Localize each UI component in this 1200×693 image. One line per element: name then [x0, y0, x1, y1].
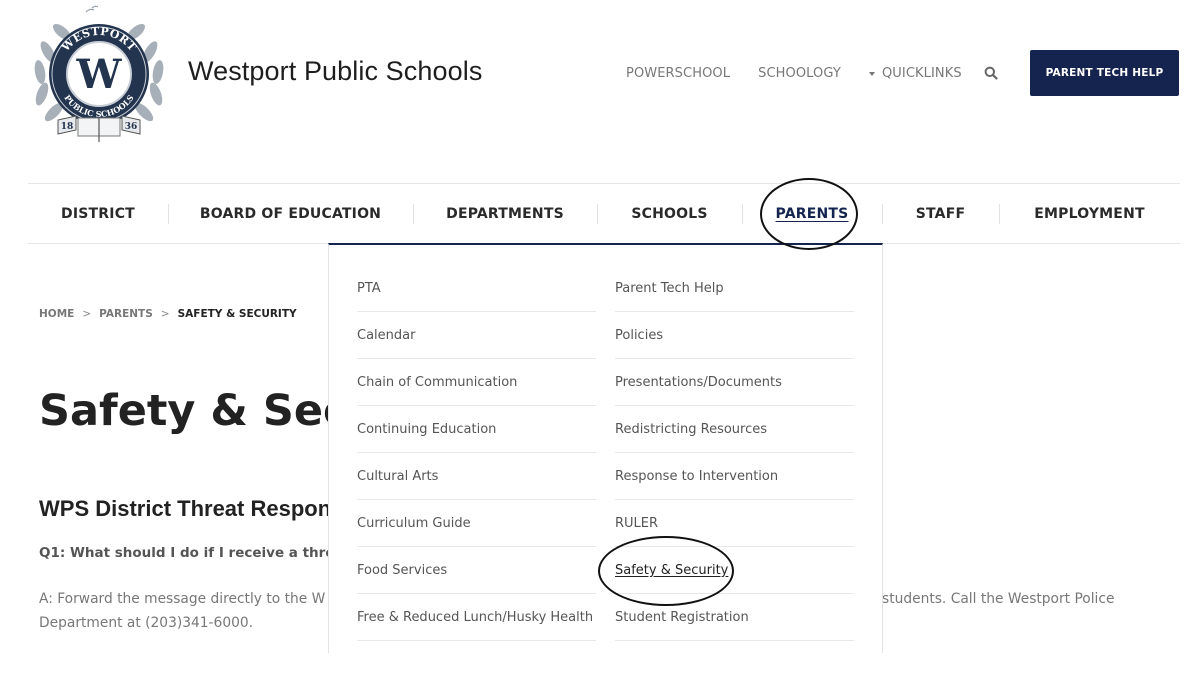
main-nav: DISTRICT BOARD OF EDUCATION DEPARTMENTS … [28, 183, 1180, 244]
parent-tech-help-button[interactable]: PARENT TECH HELP [1030, 50, 1179, 96]
nav-employment[interactable]: EMPLOYMENT [999, 184, 1180, 244]
menu-item-student-registration[interactable]: Student Registration [615, 594, 854, 641]
menu-item-safety-security[interactable]: Safety & Security [615, 547, 854, 594]
nav-schools[interactable]: SCHOOLS [597, 184, 742, 244]
menu-item-free-reduced-lunch[interactable]: Free & Reduced Lunch/Husky Health [357, 594, 596, 641]
nav-board-of-education[interactable]: BOARD OF EDUCATION [168, 184, 413, 244]
menu-item-policies[interactable]: Policies [615, 312, 854, 359]
faq-answer-line1-end: students. Call the Westport Police [882, 591, 1115, 607]
section-heading: WPS District Threat Response [39, 496, 356, 521]
menu-item-cultural-arts[interactable]: Cultural Arts [357, 453, 596, 500]
menu-item-continuing-education[interactable]: Continuing Education [357, 406, 596, 453]
powerschool-link[interactable]: POWERSCHOOL [626, 66, 730, 81]
menu-item-ruler[interactable]: RULER [615, 500, 854, 547]
nav-parents[interactable]: PARENTS [742, 184, 882, 244]
breadcrumb-current: SAFETY & SECURITY [177, 308, 297, 320]
breadcrumb-separator: > [82, 308, 92, 320]
quicklinks-dropdown[interactable]: QUICKLINKS [868, 66, 962, 81]
site-title[interactable]: Westport Public Schools [188, 56, 482, 87]
caret-down-icon [868, 71, 875, 76]
logo-emblem: W WESTPORT PUBLIC SCHOOLS 18 36 [34, 5, 164, 142]
breadcrumb: HOME > PARENTS > SAFETY & SECURITY [39, 308, 297, 320]
menu-item-response-to-intervention[interactable]: Response to Intervention [615, 453, 854, 500]
dropdown-left-column: PTA Calendar Chain of Communication Cont… [357, 265, 596, 641]
district-logo[interactable]: W WESTPORT PUBLIC SCHOOLS 18 36 [28, 2, 170, 146]
breadcrumb-home[interactable]: HOME [39, 308, 74, 320]
quicklinks-label: QUICKLINKS [881, 66, 962, 81]
breadcrumb-separator: > [160, 308, 170, 320]
nav-district[interactable]: DISTRICT [28, 184, 168, 244]
dropdown-right-column: Parent Tech Help Policies Presentations/… [615, 265, 854, 641]
nav-staff[interactable]: STAFF [882, 184, 999, 244]
breadcrumb-parents[interactable]: PARENTS [99, 308, 153, 320]
search-icon[interactable] [984, 66, 998, 80]
menu-item-chain-of-communication[interactable]: Chain of Communication [357, 359, 596, 406]
nav-departments[interactable]: DEPARTMENTS [413, 184, 597, 244]
parents-dropdown-menu: PTA Calendar Chain of Communication Cont… [328, 243, 883, 653]
menu-item-food-services[interactable]: Food Services [357, 547, 596, 594]
menu-item-pta[interactable]: PTA [357, 265, 596, 312]
faq-question: Q1: What should I do if I receive a thre… [39, 545, 351, 561]
logo-year-right: 36 [125, 122, 138, 132]
logo-letter: W [76, 51, 123, 98]
menu-item-calendar[interactable]: Calendar [357, 312, 596, 359]
logo-year-left: 18 [61, 122, 74, 132]
utility-nav: POWERSCHOOL SCHOOLOGY QUICKLINKS [626, 66, 990, 81]
menu-item-redistricting-resources[interactable]: Redistricting Resources [615, 406, 854, 453]
menu-item-presentations-documents[interactable]: Presentations/Documents [615, 359, 854, 406]
menu-item-parent-tech-help[interactable]: Parent Tech Help [615, 265, 854, 312]
schoology-link[interactable]: SCHOOLOGY [758, 66, 841, 81]
menu-item-curriculum-guide[interactable]: Curriculum Guide [357, 500, 596, 547]
